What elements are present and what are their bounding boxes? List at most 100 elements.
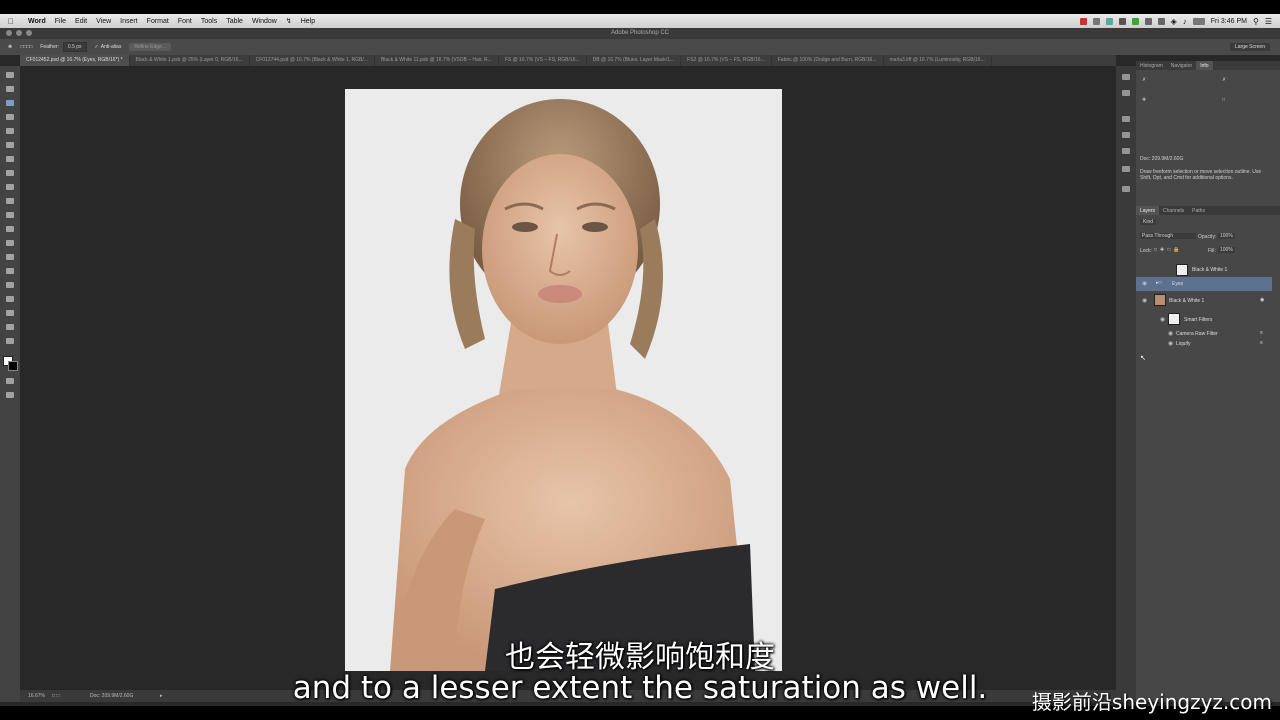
- menu-file[interactable]: File: [55, 18, 66, 25]
- move-tool-icon[interactable]: [6, 72, 14, 78]
- tab-navigator[interactable]: Navigator: [1167, 61, 1196, 70]
- menu-help[interactable]: Help: [301, 18, 315, 25]
- document-tab[interactable]: Fabric @ 100% (Dodge and Burn, RGB/16...: [772, 55, 884, 66]
- fill-input[interactable]: 100%: [1218, 247, 1235, 253]
- eye-icon[interactable]: ◉: [1160, 316, 1165, 323]
- healing-brush-tool-icon[interactable]: [6, 156, 14, 162]
- blend-mode-select[interactable]: Pass Through: [1140, 233, 1196, 239]
- workspace-switcher[interactable]: Large Screen: [1229, 43, 1270, 51]
- menu-insert[interactable]: Insert: [120, 18, 138, 25]
- menu-app-name[interactable]: Word: [28, 18, 46, 25]
- opacity-input[interactable]: 100%: [1218, 233, 1235, 239]
- document-canvas[interactable]: [345, 89, 782, 671]
- quick-selection-tool-icon[interactable]: [6, 114, 14, 120]
- document-tab[interactable]: CF012452.psd @ 16.7% (Eyes, RGB/16*) *: [20, 55, 130, 66]
- actions-panel-icon[interactable]: [1122, 116, 1130, 122]
- document-tab[interactable]: CF012744.psd @ 16.7% (Black & White 1, R…: [250, 55, 375, 66]
- volume-icon[interactable]: ♪: [1183, 17, 1187, 26]
- smart-filter-row[interactable]: ◉ Liquify ≡: [1136, 339, 1272, 349]
- search-icon[interactable]: ⚲: [1253, 17, 1259, 26]
- info-panel-tabs: Histogram Navigator Info: [1136, 61, 1280, 70]
- eye-icon[interactable]: ◉: [1168, 330, 1173, 337]
- smart-filters-row[interactable]: ◉ Smart Filters: [1136, 311, 1272, 329]
- apple-icon[interactable]: : [8, 17, 18, 26]
- filter-options-icon[interactable]: ≡: [1260, 340, 1263, 346]
- wifi-icon[interactable]: ◈: [1171, 17, 1177, 26]
- eye-icon[interactable]: ◉: [1142, 297, 1147, 304]
- feather-label: Feather:: [40, 44, 59, 50]
- kind-filter[interactable]: Kind: [1140, 219, 1157, 225]
- document-tab[interactable]: DB @ 16.7% (Blues, Layer Mask/1...: [587, 55, 682, 66]
- shape-tool-icon[interactable]: [6, 310, 14, 316]
- menu-tools[interactable]: Tools: [201, 18, 217, 25]
- lasso-tool-icon[interactable]: [6, 100, 14, 106]
- status-icon[interactable]: [1157, 17, 1165, 25]
- document-tab[interactable]: Black & White 1.psb @ 25% (Layer 0, RGB/…: [130, 55, 250, 66]
- paragraph-panel-icon[interactable]: [1122, 148, 1130, 154]
- menu-format[interactable]: Format: [147, 18, 169, 25]
- menu-view[interactable]: View: [96, 18, 111, 25]
- document-tab[interactable]: marla3.tiff @ 16.7% (Luminosity, RGB/16.…: [884, 55, 992, 66]
- layer-row-selected[interactable]: ◉ ▸□ Eyes: [1136, 277, 1272, 291]
- blur-tool-icon[interactable]: [6, 240, 14, 246]
- lock-icons[interactable]: □✚□🔒: [1154, 247, 1182, 253]
- document-tab[interactable]: FS @ 16.7% (VS – FS, RGB/16...: [499, 55, 587, 66]
- status-icon[interactable]: [1118, 17, 1126, 25]
- character-panel-icon[interactable]: [1122, 132, 1130, 138]
- eye-icon[interactable]: ◉: [1168, 340, 1173, 347]
- menu-font[interactable]: Font: [178, 18, 192, 25]
- dodge-tool-icon[interactable]: [6, 254, 14, 260]
- tab-histogram[interactable]: Histogram: [1136, 61, 1167, 70]
- refine-edge-button[interactable]: Refine Edge...: [129, 43, 172, 51]
- eyedropper-tool-icon[interactable]: [6, 142, 14, 148]
- filter-options-icon[interactable]: ≡: [1260, 330, 1263, 336]
- tab-channels[interactable]: Channels: [1159, 206, 1188, 215]
- crop-tool-icon[interactable]: [6, 128, 14, 134]
- brush-panel-icon[interactable]: [1122, 186, 1130, 192]
- eraser-tool-icon[interactable]: [6, 212, 14, 218]
- evernote-icon[interactable]: [1105, 17, 1113, 25]
- tool-presets-icon[interactable]: [1122, 166, 1130, 172]
- selection-mode-icons[interactable]: □□□□: [20, 44, 32, 50]
- history-brush-tool-icon[interactable]: [6, 198, 14, 204]
- zoom-tool-icon[interactable]: [6, 338, 14, 344]
- document-tab[interactable]: Black & White 11.psb @ 16.7% (VSDB – Hai…: [375, 55, 499, 66]
- history-panel-icon[interactable]: [1122, 74, 1130, 80]
- pen-tool-icon[interactable]: [6, 268, 14, 274]
- layer-row[interactable]: ◉ Black & White 1 ◉: [1136, 291, 1272, 311]
- status-icon[interactable]: [1092, 17, 1100, 25]
- eye-icon[interactable]: ◉: [1142, 280, 1147, 287]
- background-color-swatch[interactable]: [8, 361, 18, 371]
- tab-paths[interactable]: Paths: [1188, 206, 1209, 215]
- feather-input[interactable]: 0.5 px: [62, 42, 87, 52]
- green-status-icon[interactable]: [1131, 17, 1139, 25]
- battery-icon[interactable]: [1192, 17, 1205, 25]
- smart-filter-row[interactable]: ◉ Camera Raw Filter ≡: [1136, 329, 1272, 339]
- marquee-tool-icon[interactable]: [6, 86, 14, 92]
- hand-tool-icon[interactable]: [6, 324, 14, 330]
- menu-table[interactable]: Table: [226, 18, 243, 25]
- document-tab[interactable]: FS2 @ 16.7% (VS – FS, RGB/16...: [681, 55, 772, 66]
- clock[interactable]: Fri 3:46 PM: [1211, 18, 1247, 25]
- title-bar: Adobe Photoshop CC: [0, 28, 1280, 39]
- lasso-tool-preset-icon[interactable]: ❀: [8, 44, 12, 50]
- canvas-area[interactable]: [20, 66, 1116, 690]
- clone-stamp-tool-icon[interactable]: [6, 184, 14, 190]
- path-selection-tool-icon[interactable]: [6, 296, 14, 302]
- status-icon[interactable]: [1144, 17, 1152, 25]
- red-app-icon[interactable]: [1079, 17, 1087, 25]
- menu-window[interactable]: Window: [252, 18, 277, 25]
- menu-edit[interactable]: Edit: [75, 18, 87, 25]
- type-tool-icon[interactable]: [6, 282, 14, 288]
- layer-row[interactable]: Black & White 1: [1136, 263, 1272, 277]
- properties-panel-icon[interactable]: [1122, 90, 1130, 96]
- gradient-tool-icon[interactable]: [6, 226, 14, 232]
- notification-icon[interactable]: ☰: [1265, 17, 1272, 26]
- quick-mask-icon[interactable]: [6, 378, 14, 384]
- screen-mode-icon[interactable]: [6, 392, 14, 398]
- anti-alias-checkbox[interactable]: ✓: [95, 44, 99, 50]
- brush-tool-icon[interactable]: [6, 170, 14, 176]
- script-icon[interactable]: ↯: [286, 17, 292, 25]
- tab-layers[interactable]: Layers: [1136, 206, 1160, 215]
- tab-info[interactable]: Info: [1196, 61, 1213, 70]
